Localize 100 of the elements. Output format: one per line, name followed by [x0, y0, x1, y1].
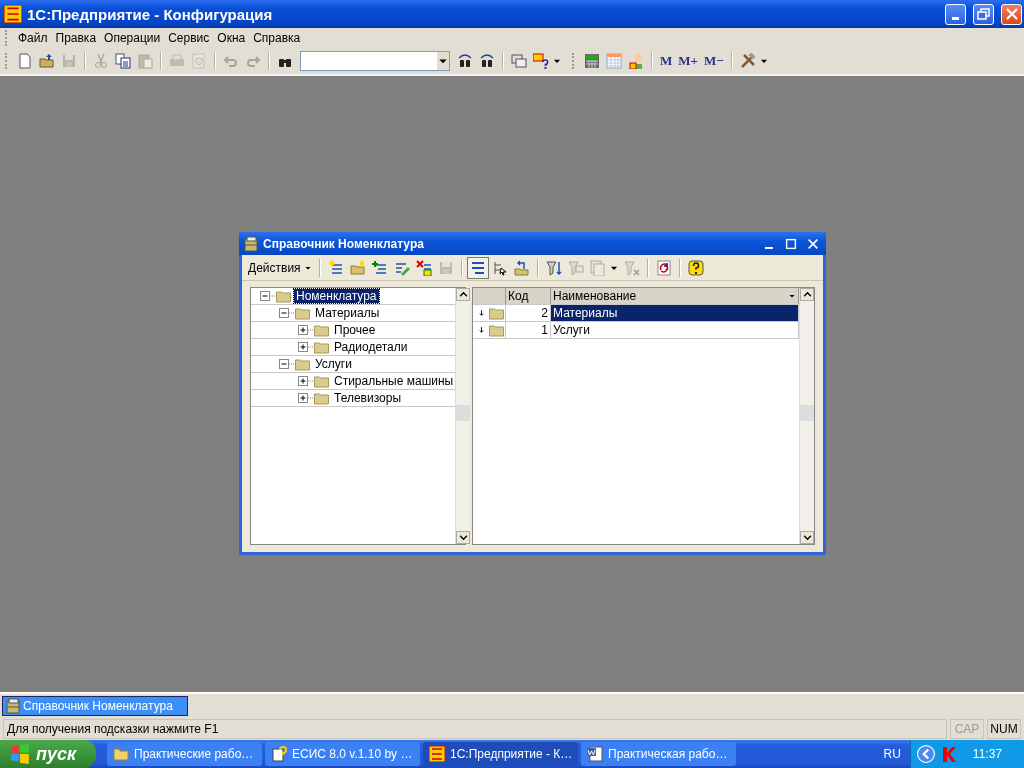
restore-icon — [975, 6, 992, 22]
hierarchy-list-icon — [469, 259, 486, 276]
tree-item[interactable]: Стиральные машины — [332, 374, 456, 388]
delete-mark-icon — [415, 259, 432, 276]
expand-icon[interactable] — [297, 373, 313, 389]
tree-item[interactable]: Телевизоры — [332, 391, 404, 405]
expand-icon[interactable] — [297, 322, 313, 338]
word-document-icon — [587, 746, 603, 762]
start-button[interactable]: пуск — [0, 740, 96, 768]
folder-icon — [313, 339, 330, 355]
menu-item[interactable]: Правка — [51, 31, 101, 45]
vertical-scrollbar[interactable] — [455, 288, 471, 544]
close-icon — [1003, 6, 1020, 22]
language-indicator[interactable]: RU — [877, 747, 907, 761]
minimize-button[interactable] — [945, 3, 966, 25]
caret-icon[interactable] — [788, 292, 796, 300]
level-up-icon — [513, 259, 530, 276]
collapse-icon[interactable] — [259, 288, 275, 304]
binoculars-arrow-icon — [457, 53, 473, 69]
collapse-icon[interactable] — [278, 356, 294, 372]
copy-icon — [115, 53, 131, 69]
chevron-up-icon[interactable] — [458, 290, 468, 299]
cabinet-icon — [5, 698, 21, 714]
close-button[interactable] — [1001, 3, 1022, 25]
chevron-left-icon[interactable] — [916, 745, 935, 763]
maximize-icon — [784, 236, 798, 251]
down-arrow-icon — [477, 324, 486, 336]
chevron-up-icon[interactable] — [802, 290, 812, 299]
taskbar-button[interactable]: Практическая рабо… — [581, 742, 736, 766]
clipboard-icon — [137, 53, 153, 69]
windows-logo-icon — [10, 744, 30, 764]
cabinet-icon — [243, 235, 259, 252]
printer-icon — [169, 53, 185, 69]
taskbar-button[interactable]: Практические рабо… — [107, 742, 262, 766]
redo-arrow-icon — [245, 53, 261, 69]
status-hint: Для получения подсказки нажмите F1 — [3, 719, 947, 739]
binoculars-arrow-icon — [479, 53, 495, 69]
hammer-wrench-icon — [739, 53, 756, 69]
tree-item[interactable]: Номенклатура — [294, 289, 379, 303]
menu-item[interactable]: Сервис — [164, 31, 214, 45]
column-header[interactable]: Наименование — [551, 288, 799, 304]
chevron-down-icon[interactable] — [802, 533, 812, 542]
folder-icon — [313, 373, 330, 389]
k-letter-icon[interactable] — [940, 746, 957, 762]
open-folder-icon — [39, 53, 55, 69]
tree-item[interactable]: Услуги — [313, 357, 354, 371]
column-header[interactable]: Код — [506, 288, 551, 304]
calculator-icon — [584, 53, 600, 69]
folder-icon — [488, 305, 505, 321]
window-title: 1С:Предприятие - Конфигурация — [27, 5, 273, 23]
app-logo-icon — [429, 746, 445, 762]
menu-item[interactable]: Файл — [14, 31, 52, 45]
tree-item[interactable]: Материалы — [313, 306, 382, 320]
add-item-icon — [327, 259, 344, 276]
memory-button[interactable]: M+ — [675, 51, 701, 71]
expand-icon[interactable] — [297, 390, 313, 406]
taskbar-button[interactable]: 1С:Предприятие - К… — [423, 742, 578, 766]
actions-menu-button[interactable]: Действия — [245, 257, 315, 278]
folder-icon — [113, 746, 129, 762]
table-cell: 1 — [506, 322, 551, 338]
memory-button[interactable]: M — [657, 51, 676, 71]
calendar-icon — [606, 53, 622, 69]
app-logo-icon — [4, 5, 22, 23]
new-document-icon — [17, 53, 33, 69]
memory-button[interactable]: M− — [700, 51, 727, 71]
filter-icon — [545, 259, 562, 276]
restore-button[interactable] — [973, 3, 994, 25]
scissors-icon — [93, 53, 109, 69]
add-folder-icon — [349, 259, 366, 276]
filter-icon — [567, 259, 584, 276]
menu-item[interactable]: Справка — [249, 31, 305, 45]
undo-arrow-icon — [223, 53, 239, 69]
folder-icon — [488, 322, 505, 338]
collapse-icon[interactable] — [278, 305, 294, 321]
taskbar-button[interactable]: ECИC 8.0 v.1.10 by … — [265, 742, 420, 766]
expand-icon[interactable] — [297, 339, 313, 355]
table-cell[interactable]: Материалы — [551, 305, 799, 321]
minimize-icon — [952, 17, 959, 20]
help-document-icon — [271, 746, 287, 762]
status-indicator: CAP — [950, 719, 984, 739]
close-icon — [806, 236, 820, 251]
tree-item[interactable]: Прочее — [332, 323, 378, 337]
column-header — [473, 288, 506, 304]
folder-icon — [294, 356, 311, 372]
vertical-scrollbar[interactable] — [799, 288, 814, 544]
menu-item[interactable]: Окна — [213, 31, 250, 45]
folder-icon — [313, 390, 330, 406]
menu-item[interactable]: Операции — [100, 31, 165, 45]
folder-icon — [313, 322, 330, 338]
folder-icon — [294, 305, 311, 321]
window-title: Справочник Номенклатура — [263, 236, 424, 251]
status-indicator: NUM — [987, 719, 1021, 739]
windows-icon — [511, 53, 527, 69]
add-copy-icon — [371, 259, 388, 276]
pressed-toolbar-button[interactable] — [466, 256, 489, 279]
tree-item[interactable]: Радиодетали — [332, 340, 410, 354]
chevron-down-icon[interactable] — [458, 533, 468, 542]
folder-icon — [275, 288, 292, 304]
filter-off-icon — [623, 259, 640, 276]
help-question-icon — [687, 259, 704, 276]
